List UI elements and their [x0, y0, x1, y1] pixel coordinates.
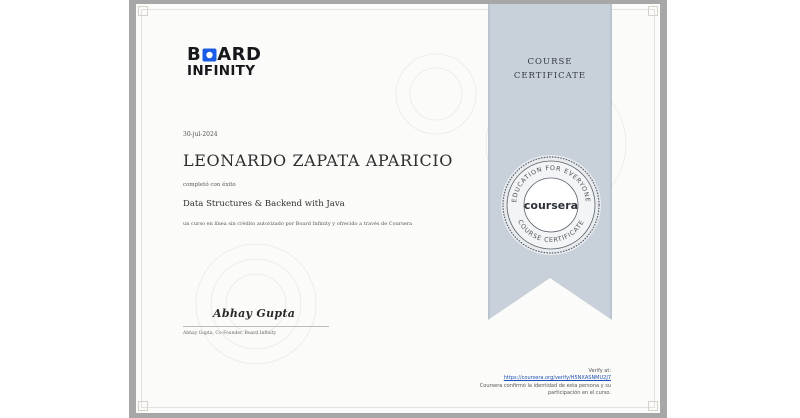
- signature: Abhay Gupta: [213, 307, 296, 320]
- recipient-name: LEONARDO ZAPATA APARICIO: [183, 151, 453, 170]
- board-infinity-logo: B ARD INFINITY: [187, 46, 261, 79]
- logo-text-right: ARD: [217, 44, 262, 65]
- signatory-caption: Abhay Gupta, Co-Founder, Board Infinity: [183, 331, 277, 336]
- course-description: un curso en línea sin crédito autorizado…: [183, 221, 413, 227]
- certificate-paper: B ARD INFINITY 30-jul-2024 LEONARDO ZAPA…: [136, 4, 660, 413]
- verify-link[interactable]: https://coursera.org/verify/H5NXASNMU2J7: [480, 375, 611, 382]
- verify-confirmation-line1: Coursera confirmó la identidad de esta p…: [479, 383, 611, 389]
- board-infinity-logo-icon: [202, 48, 217, 62]
- issue-date: 30-jul-2024: [183, 131, 218, 138]
- verify-label: Verify at:: [588, 368, 611, 374]
- seal-brand: coursera: [524, 199, 578, 212]
- ribbon-title-line1: COURSE: [527, 57, 573, 67]
- signature-line: [183, 326, 329, 327]
- completed-text: completó con éxito: [183, 182, 236, 188]
- ribbon-title-line2: CERTIFICATE: [513, 71, 587, 81]
- verify-block: Verify at: https://coursera.org/verify/H…: [480, 368, 611, 397]
- logo-text-left: B: [187, 44, 202, 65]
- verify-confirmation-line2: participación en el curso.: [547, 390, 611, 396]
- logo-text-line2: INFINITY: [187, 63, 256, 79]
- course-title: Data Structures & Backend with Java: [183, 199, 345, 209]
- coursera-seal-icon: EDUCATION FOR EVERYONE COURSE CERTIFICAT…: [501, 155, 601, 255]
- ribbon-title: COURSE CERTIFICATE: [488, 55, 612, 83]
